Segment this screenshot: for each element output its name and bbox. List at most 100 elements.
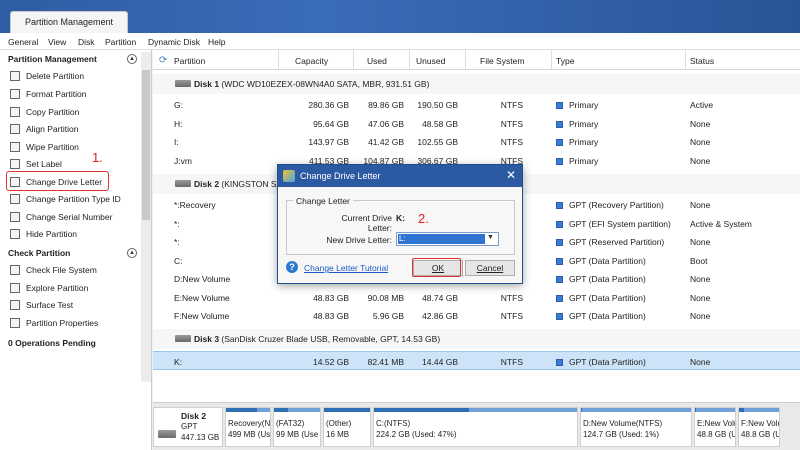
- col-file-system[interactable]: File System: [480, 56, 524, 66]
- menu-help[interactable]: Help: [208, 37, 225, 47]
- col-type[interactable]: Type: [556, 56, 574, 66]
- type-label: GPT (Data Partition): [569, 311, 646, 321]
- refresh-icon[interactable]: ⟳: [159, 55, 167, 66]
- cancel-button[interactable]: Cancel: [465, 260, 515, 276]
- diskmap-partition[interactable]: D:New Volume(NTFS) 124.7 GB (Used: 1%): [580, 407, 692, 447]
- col-unused[interactable]: Unused: [416, 56, 445, 66]
- cell-status: Active: [690, 100, 714, 110]
- table-row[interactable]: K: 14.52 GB 82.41 MB 14.44 GB NTFS GPT (Data …: [153, 351, 800, 370]
- operations-pending: 0 Operations Pending: [8, 338, 96, 348]
- diskmap-disk-style: GPT: [181, 422, 198, 431]
- col-capacity[interactable]: Capacity: [295, 56, 328, 66]
- col-partition[interactable]: Partition: [174, 56, 205, 66]
- table-row[interactable]: H: 95.64 GB 47.06 GB 48.58 GB NTFS Primary Non…: [153, 114, 800, 133]
- tab-partition-management[interactable]: Partition Management: [10, 11, 128, 33]
- sidebar-item-set-label[interactable]: Set Label: [10, 156, 138, 172]
- sidebar-item-copy-partition[interactable]: Copy Partition: [10, 104, 138, 120]
- usage-bar: [695, 408, 735, 412]
- sidebar-scrollbar[interactable]: [141, 52, 151, 382]
- sidebar-item-explore-partition[interactable]: Explore Partition: [10, 280, 138, 296]
- disk-row-disk3[interactable]: Disk 3 (SanDisk Cruzer Blade USB, Remova…: [153, 329, 800, 349]
- menu-dynamic-disk[interactable]: Dynamic Disk: [148, 37, 200, 47]
- col-used[interactable]: Used: [367, 56, 387, 66]
- chevron-down-icon[interactable]: ▼: [487, 234, 494, 241]
- sidebar-item-surface-test[interactable]: Surface Test: [10, 297, 138, 313]
- sidebar-item-wipe-partition[interactable]: Wipe Partition: [10, 139, 138, 155]
- menu-disk[interactable]: Disk: [78, 37, 95, 47]
- serial-icon: [10, 212, 20, 222]
- menu-view[interactable]: View: [48, 37, 66, 47]
- cell-type: GPT (Data Partition): [556, 256, 686, 266]
- collapse-icon[interactable]: ▲: [127, 54, 137, 64]
- cell-partition: H:: [174, 118, 183, 129]
- cell-used: 47.06 GB: [368, 118, 404, 129]
- table-row[interactable]: G: 280.36 GB 89.86 GB 190.50 GB NTFS Primary A…: [153, 95, 800, 114]
- menu-partition[interactable]: Partition: [105, 37, 136, 47]
- diskmap-partition[interactable]: (FAT32) 99 MB (Use: [273, 407, 321, 447]
- sidebar-item-check-file-system[interactable]: Check File System: [10, 262, 138, 278]
- dialog-title: Change Drive Letter: [300, 171, 381, 181]
- disk-icon: [175, 180, 191, 187]
- sidebar-item-change-serial-number[interactable]: Change Serial Number: [10, 209, 138, 225]
- sidebar-item-partition-properties[interactable]: Partition Properties: [10, 315, 138, 331]
- cell-type: Primary: [556, 119, 686, 129]
- cell-type: GPT (Recovery Partition): [556, 200, 686, 210]
- diskmap-partition[interactable]: F:New Volu 48.8 GB (U: [738, 407, 780, 447]
- new-letter-select[interactable]: L: ▼: [396, 232, 499, 246]
- cell-unused: 48.74 GB: [422, 292, 458, 303]
- sidebar-item-align-partition[interactable]: Align Partition: [10, 121, 138, 137]
- sidebar-item-change-partition-type-id[interactable]: Change Partition Type ID: [10, 191, 138, 207]
- diskmap-partition[interactable]: E:New Volu 48.8 GB (U: [694, 407, 736, 447]
- usage-bar: [581, 408, 691, 412]
- menu-general[interactable]: General: [8, 37, 38, 47]
- table-row[interactable]: I: 143.97 GB 41.42 GB 102.55 GB NTFS Primary N…: [153, 132, 800, 151]
- table-row[interactable]: F:New Volume 48.83 GB 5.96 GB 42.86 GB NTFS G…: [153, 306, 800, 325]
- partition-type-icon: [556, 220, 563, 228]
- usage-bar: [739, 408, 779, 412]
- cell-unused: 48.58 GB: [422, 118, 458, 129]
- scrollbar-thumb[interactable]: [142, 70, 150, 220]
- cell-partition: K:: [174, 357, 183, 367]
- partition-label: Recovery(N: [228, 419, 271, 428]
- cell-status: None: [690, 118, 711, 129]
- usage-fill: [581, 408, 583, 412]
- tutorial-link[interactable]: Change Letter Tutorial: [304, 263, 388, 273]
- sidebar-item-hide-partition[interactable]: Hide Partition: [10, 226, 138, 242]
- diskmap-partition[interactable]: C:(NTFS) 224.2 GB (Used: 47%): [373, 407, 578, 447]
- close-icon[interactable]: ✕: [506, 168, 516, 182]
- cell-status: None: [690, 311, 711, 321]
- sidebar-item-label: Check File System: [26, 265, 97, 275]
- partition-size: 499 MB (Us: [228, 430, 271, 439]
- cell-type: Primary: [556, 100, 686, 110]
- hide-icon: [10, 229, 20, 239]
- sidebar-item-delete-partition[interactable]: Delete Partition: [10, 68, 138, 84]
- diskmap-partition[interactable]: (Other) 16 MB: [323, 407, 371, 447]
- diskmap-disk2[interactable]: Disk 2 GPT 447.13 GB: [153, 407, 223, 447]
- cell-capacity: 280.36 GB: [308, 100, 349, 110]
- disk-row-disk1[interactable]: Disk 1 (WDC WD10EZEX-08WN4A0 SATA, MBR, …: [153, 74, 800, 94]
- partition-type-icon: [556, 102, 563, 109]
- col-status[interactable]: Status: [690, 56, 714, 66]
- cell-partition: *:: [174, 218, 180, 229]
- sidebar-item-label: Partition Properties: [26, 318, 99, 328]
- sidebar-item-label: Delete Partition: [26, 71, 85, 81]
- cell-capacity: 143.97 GB: [308, 137, 349, 147]
- cell-type: GPT (Data Partition): [556, 293, 686, 303]
- cell-partition: C:: [174, 255, 183, 266]
- partition-size: 48.8 GB (U: [741, 430, 780, 439]
- sidebar-item-format-partition[interactable]: Format Partition: [10, 86, 138, 102]
- label-icon: [10, 159, 20, 169]
- partition-size: 48.8 GB (U: [697, 430, 736, 439]
- type-label: GPT (Data Partition): [569, 357, 646, 367]
- diskmap-partition[interactable]: Recovery(N 499 MB (Us: [225, 407, 271, 447]
- help-icon[interactable]: ?: [286, 261, 298, 273]
- table-row[interactable]: E:New Volume 48.83 GB 90.08 MB 48.74 GB NTFS…: [153, 288, 800, 307]
- usage-fill: [324, 408, 370, 412]
- disk-description: (WDC WD10EZEX-08WN4A0 SATA, MBR, 931.51 …: [221, 79, 430, 89]
- type-label: GPT (Reserved Partition): [569, 237, 665, 247]
- type-label: Primary: [569, 155, 599, 166]
- current-letter-value: K:: [396, 213, 405, 223]
- disk-description: (SanDisk Cruzer Blade USB, Removable, GP…: [221, 334, 441, 344]
- collapse-icon[interactable]: ▲: [127, 248, 137, 258]
- dialog-title-bar: Change Drive Letter ✕: [278, 165, 522, 187]
